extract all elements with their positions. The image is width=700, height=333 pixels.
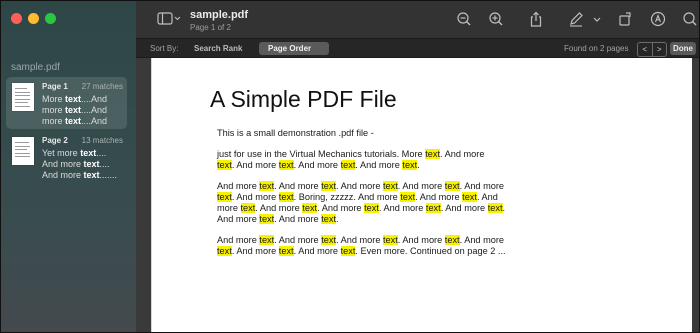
result-page-label: Page 2 <box>42 136 68 145</box>
search-result-page-1[interactable]: Page 1 27 matches More text....And more t… <box>6 77 127 129</box>
rotate-icon[interactable] <box>617 11 633 27</box>
search-highlight: text <box>425 149 440 159</box>
search-highlight: text <box>302 203 318 213</box>
snippet-line: more text....And <box>42 105 108 115</box>
pdf-text-line: just for use in the Virtual Mechanics tu… <box>217 149 485 159</box>
search-highlight: text <box>402 160 418 170</box>
pdf-text-line: And more text. And more text. <box>217 214 339 224</box>
matched-term: text <box>83 159 100 169</box>
zoom-out-icon[interactable] <box>456 11 472 27</box>
search-highlight: text <box>240 203 256 213</box>
result-match-count: 13 matches <box>81 136 123 145</box>
zoom-in-icon[interactable] <box>488 11 504 27</box>
pdf-text-line: And more text. And more text. And more t… <box>217 181 505 191</box>
pdf-text-line: text. And more text. And more text. And … <box>217 160 420 170</box>
result-header: Page 1 27 matches <box>42 82 123 91</box>
search-highlight: text <box>487 203 503 213</box>
search-highlight: text <box>321 235 336 245</box>
zoom-window-button[interactable] <box>45 13 56 24</box>
search-highlight: text <box>278 192 294 202</box>
search-highlight: text <box>259 214 275 224</box>
pdf-page: A Simple PDF File This is a small demons… <box>151 58 692 333</box>
search-highlight: text <box>321 214 336 224</box>
document-title: sample.pdf <box>190 9 249 21</box>
matched-term: text <box>65 116 82 126</box>
next-result-button[interactable]: > <box>651 43 667 56</box>
snippet-line: more text....And <box>42 116 108 126</box>
search-highlight: text <box>217 246 232 256</box>
window-controls <box>11 13 56 24</box>
pdf-heading: A Simple PDF File <box>210 86 397 112</box>
search-highlight: text <box>278 246 294 256</box>
result-page-label: Page 1 <box>42 82 68 91</box>
pdf-paragraph: And more text. And more text. And more t… <box>217 235 517 257</box>
pdf-text-line: text. And more text. Boring, zzzzz. And … <box>217 192 498 202</box>
previous-result-button[interactable]: < <box>638 43 652 56</box>
preview-window: sample.pdf Page 1 27 matches More text..… <box>0 0 700 333</box>
search-highlight: text <box>217 160 232 170</box>
sort-page-order-button[interactable]: Page Order <box>259 42 329 55</box>
search-highlight: text <box>217 192 232 202</box>
search-icon[interactable] <box>682 11 698 27</box>
pdf-paragraph: This is a small demonstration .pdf file … <box>217 128 517 139</box>
pdf-paragraph: just for use in the Virtual Mechanics tu… <box>217 149 517 171</box>
sort-by-label: Sort By: <box>150 44 179 53</box>
markup-pen-icon[interactable] <box>568 11 584 27</box>
search-highlight: text <box>382 181 398 191</box>
annotate-icon[interactable] <box>650 11 666 27</box>
sidebar-document-title: sample.pdf <box>11 62 60 73</box>
chevron-down-icon[interactable] <box>592 11 602 27</box>
matched-term: text <box>65 94 82 104</box>
minimize-window-button[interactable] <box>28 13 39 24</box>
snippet-line: More text....And <box>42 94 108 104</box>
search-highlight: text <box>340 160 356 170</box>
result-snippet: Yet more text.... And more text.... And mo… <box>42 148 117 181</box>
pdf-text-line: more text. And more text. And more text.… <box>217 203 506 213</box>
close-window-button[interactable] <box>11 13 22 24</box>
result-match-count: 27 matches <box>81 82 123 91</box>
search-highlight: text <box>425 203 441 213</box>
matched-term: text <box>65 105 82 115</box>
page-thumbnail <box>12 83 34 111</box>
matched-term: text <box>83 170 100 180</box>
pdf-text-line: text. And more text. And more text. Even… <box>217 246 506 256</box>
toolbar: sample.pdf Page 1 of 2 <box>136 0 700 38</box>
page-thumbnail <box>12 137 34 165</box>
search-highlight: text <box>364 203 379 213</box>
search-highlight: text <box>444 181 460 191</box>
done-button[interactable]: Done <box>670 42 696 55</box>
page-indicator: Page 1 of 2 <box>190 23 231 32</box>
search-highlight: text <box>462 192 477 202</box>
matched-term: text <box>80 148 97 158</box>
search-highlight: text <box>259 181 275 191</box>
result-navigation: < > <box>637 42 667 57</box>
snippet-line: Yet more text.... <box>42 148 107 158</box>
search-highlight: text <box>259 235 275 245</box>
search-highlight: text <box>340 246 356 256</box>
sort-search-rank-button[interactable]: Search Rank <box>185 42 251 55</box>
pdf-text-line: And more text. And more text. And more t… <box>217 235 505 245</box>
share-icon[interactable] <box>528 11 544 27</box>
search-result-page-2[interactable]: Page 2 13 matches Yet more text.... And m… <box>6 131 127 183</box>
found-pages-count: Found on 2 pages <box>564 44 629 53</box>
pdf-text-line: This is a small demonstration .pdf file … <box>217 128 374 138</box>
search-highlight: text <box>400 192 416 202</box>
search-highlight: text <box>278 160 294 170</box>
search-highlight: text <box>321 181 336 191</box>
search-highlight: text <box>444 235 460 245</box>
thumbnail-sidebar: sample.pdf Page 1 27 matches More text..… <box>0 0 136 333</box>
snippet-line: And more text.... <box>42 159 110 169</box>
search-results-bar: Sort By: Search Rank Page Order Found on… <box>136 38 700 58</box>
pdf-paragraph: And more text. And more text. And more t… <box>217 181 517 225</box>
sidebar-toggle-icon[interactable] <box>157 11 181 27</box>
search-highlight: text <box>382 235 398 245</box>
result-snippet: More text....And more text....And more tex… <box>42 94 107 127</box>
snippet-line: And more text....... <box>42 170 118 180</box>
result-header: Page 2 13 matches <box>42 136 123 145</box>
